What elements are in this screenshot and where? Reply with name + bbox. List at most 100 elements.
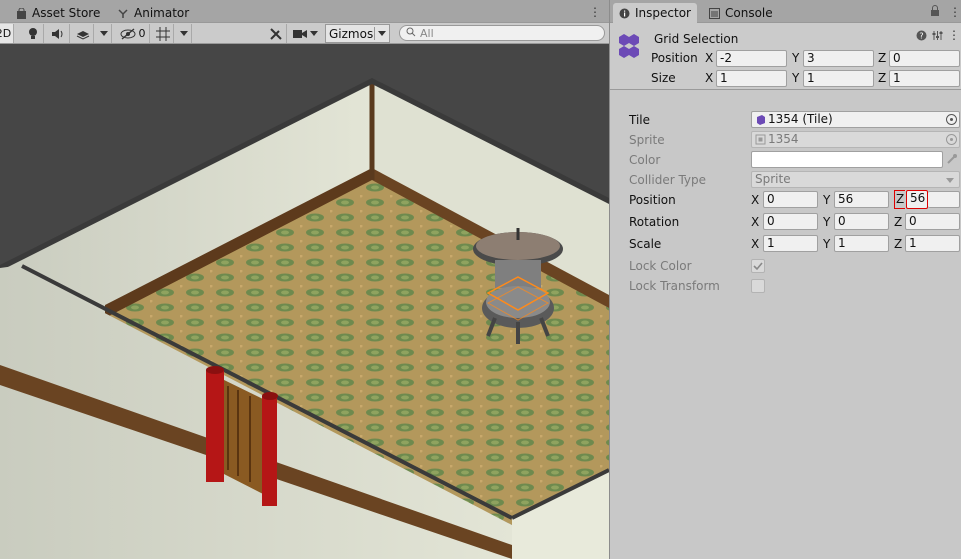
preset-icon[interactable] [932, 30, 943, 44]
grid-size-label: Size [651, 71, 676, 85]
scene-search-input[interactable]: All [399, 25, 605, 41]
pillar-cap [262, 392, 278, 400]
tile-rotation-x-field[interactable]: 0 [763, 213, 818, 230]
tile-rotation-z-field[interactable]: 0 [905, 213, 960, 230]
z-axis-label: Z [894, 190, 906, 209]
hidden-count: 0 [138, 27, 146, 40]
animator-icon [118, 8, 129, 19]
grid-position-label: Position [651, 51, 698, 65]
scene-toolbar: 2D 0 Gizmos [0, 23, 609, 44]
lock-transform-checkbox[interactable] [751, 279, 765, 293]
pillar-cap [206, 366, 224, 374]
grid-icon [155, 26, 170, 41]
tile-position-z-field[interactable]: 56 [906, 190, 928, 209]
sprite-object-field: 1354 [751, 131, 960, 148]
object-picker-icon [946, 134, 957, 145]
tile-object-field[interactable]: 1354 (Tile) [751, 111, 960, 128]
shopping-bag-icon [16, 7, 27, 19]
collider-type-label: Collider Type [629, 173, 707, 187]
grid-selection-header: Grid Selection ? ⋮ Position X -2 Y 3 Z 0… [610, 23, 961, 90]
svg-text:?: ? [919, 32, 923, 41]
more-options-icon[interactable]: ⋮ [948, 29, 960, 44]
grid-size-y-field[interactable]: 1 [803, 70, 874, 87]
tile-scale-label: Scale [629, 237, 662, 251]
scene-visibility-button[interactable]: 0 [116, 24, 150, 43]
tab-label: Animator [134, 6, 190, 20]
scene-viewport[interactable] [0, 45, 609, 559]
lightbulb-icon [27, 27, 39, 41]
grid-position-y-field[interactable]: 3 [803, 50, 874, 67]
tile-position-x-field[interactable]: 0 [763, 191, 818, 208]
speaker-icon [51, 28, 65, 40]
object-picker-icon[interactable] [946, 114, 957, 125]
2d-toggle-button[interactable]: 2D [0, 24, 14, 43]
x-axis-label: X [751, 237, 760, 251]
tile-scale-x-field[interactable]: 1 [763, 235, 818, 252]
gizmos-dropdown[interactable]: Gizmos [325, 24, 390, 43]
lock-color-checkbox[interactable] [751, 259, 765, 273]
color-label: Color [629, 153, 661, 167]
x-axis-label: X [751, 193, 760, 207]
header-icons: ? ⋮ [916, 29, 960, 44]
lighting-toggle-button[interactable] [22, 24, 44, 43]
tab-inspector[interactable]: Inspector [613, 3, 697, 23]
tab-asset-store[interactable]: Asset Store [10, 3, 106, 23]
y-axis-label: Y [792, 51, 800, 65]
y-axis-label: Y [823, 193, 831, 207]
audio-toggle-button[interactable] [46, 24, 70, 43]
wrench-icon [269, 27, 283, 41]
more-options-icon[interactable]: ⋮ [589, 5, 601, 19]
scene-render [0, 78, 609, 559]
tile-position-y-field[interactable]: 56 [834, 191, 889, 208]
tile-rotation-label: Rotation [629, 215, 680, 229]
tile-position-label: Position [629, 193, 676, 207]
2d-label: 2D [0, 27, 12, 40]
layers-icon [76, 28, 90, 40]
collider-type-value: Sprite [755, 172, 791, 186]
collider-type-dropdown: Sprite [751, 171, 960, 188]
tile-scale-y-field[interactable]: 1 [834, 235, 889, 252]
console-icon [709, 7, 720, 19]
divider [374, 27, 375, 40]
grid-size-z-field[interactable]: 1 [889, 70, 960, 87]
effects-toggle-button[interactable] [72, 24, 94, 43]
chevron-down-icon [378, 31, 386, 36]
z-axis-label: Z [878, 51, 887, 65]
grid-position-z-field[interactable]: 0 [889, 50, 960, 67]
effects-dropdown-button[interactable] [96, 24, 112, 43]
tile-scale-z-field[interactable]: 1 [905, 235, 960, 252]
color-swatch-field[interactable] [751, 151, 943, 168]
tools-button[interactable] [265, 24, 287, 43]
inspector-tabbar: Inspector Console ⋮ [610, 0, 961, 23]
search-placeholder: All [420, 26, 434, 40]
more-options-icon[interactable]: ⋮ [949, 5, 961, 19]
eyedropper-icon[interactable] [946, 153, 958, 168]
lock-icon[interactable] [930, 5, 940, 19]
tab-label: Asset Store [32, 6, 101, 20]
chevron-down-icon [946, 178, 954, 183]
grid-toggle-button[interactable] [152, 24, 174, 43]
sprite-value: 1354 [768, 132, 799, 146]
tab-console[interactable]: Console [703, 3, 779, 23]
grid-size-x-field[interactable]: 1 [716, 70, 787, 87]
tile-label: Tile [629, 113, 651, 127]
right-red-pillar [262, 396, 277, 506]
eye-slash-icon [120, 27, 136, 40]
info-icon [619, 8, 630, 19]
grid-position-x-field[interactable]: -2 [716, 50, 787, 67]
camera-button[interactable] [289, 24, 321, 43]
lock-color-label: Lock Color [629, 259, 692, 273]
tab-animator[interactable]: Animator [112, 3, 195, 23]
chevron-down-icon [179, 31, 188, 36]
grid-selection-icon [616, 33, 642, 62]
scene-panel: Asset Store Animator ⋮ 2D 0 [0, 0, 609, 559]
gizmos-label: Gizmos [329, 26, 374, 41]
sprite-asset-icon [755, 134, 766, 147]
grid-dropdown-button[interactable] [176, 24, 192, 43]
tab-label: Console [725, 6, 773, 20]
help-icon[interactable]: ? [916, 30, 927, 44]
tile-rotation-y-field[interactable]: 0 [834, 213, 889, 230]
tile-value: 1354 (Tile) [768, 112, 833, 126]
lock-transform-label: Lock Transform [629, 279, 720, 293]
left-red-pillar [206, 370, 224, 482]
